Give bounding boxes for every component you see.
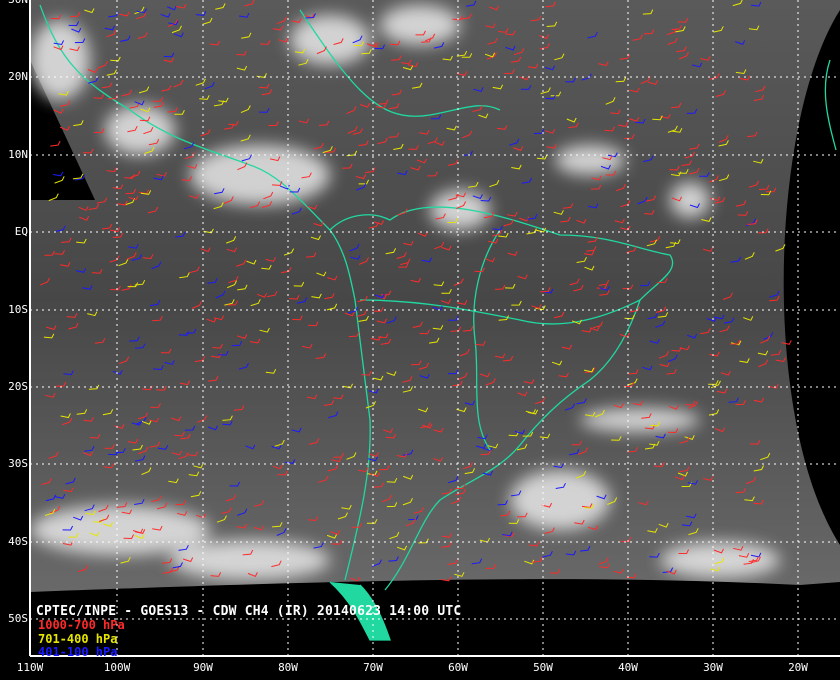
- legend-mid-level: 701-400 hPa: [38, 632, 118, 646]
- lon-label: 50W: [533, 661, 553, 674]
- lon-label: 30W: [703, 661, 723, 674]
- lat-label: 10S: [8, 303, 28, 316]
- lat-label: 10N: [8, 148, 28, 161]
- legend-low-level: 1000-700 hPa: [38, 618, 125, 632]
- lat-label: 50S: [8, 612, 28, 625]
- lon-label: 100W: [103, 661, 131, 674]
- lat-label: 30N: [2, 0, 28, 6]
- lat-label: 20S: [8, 380, 28, 393]
- lon-label: 60W: [448, 661, 468, 674]
- lat-label: EQ: [14, 225, 28, 238]
- lon-label: 90W: [193, 661, 213, 674]
- lon-label: 20W: [788, 661, 808, 674]
- lat-label: 40S: [8, 535, 28, 548]
- satellite-map: [29, 0, 840, 657]
- ir-imagery: [30, 0, 840, 592]
- lon-label: 80W: [278, 661, 298, 674]
- lat-label: 20N: [8, 70, 28, 83]
- map-title: CPTEC/INPE - GOES13 - CDW CH4 (IR) 20140…: [36, 604, 462, 619]
- legend-high-level: 401-100 hPa: [38, 645, 118, 659]
- lon-label: 110W: [16, 661, 44, 674]
- lon-label: 40W: [618, 661, 638, 674]
- lat-label: 30S: [8, 457, 28, 470]
- lon-label: 70W: [363, 661, 383, 674]
